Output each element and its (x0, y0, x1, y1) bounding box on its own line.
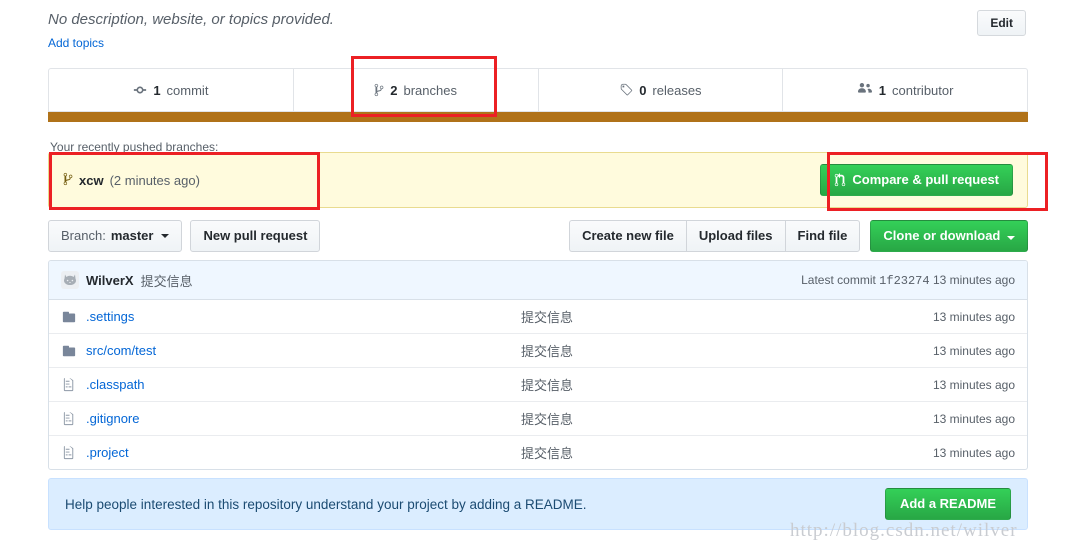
clone-or-download-label: Clone or download (883, 228, 1001, 243)
file-icon (61, 377, 77, 393)
stat-releases-count: 0 (639, 82, 647, 98)
file-commit-message[interactable]: 提交信息 (521, 341, 905, 360)
stat-commits-count: 1 (153, 82, 161, 98)
file-name: .gitignore (86, 411, 140, 426)
file-row: src/com/test 提交信息 13 minutes ago (49, 333, 1027, 367)
toolbar-left-group: Branch: master New pull request (48, 220, 321, 252)
file-row: .project 提交信息 13 minutes ago (49, 435, 1027, 469)
file-name: .classpath (86, 377, 145, 392)
stat-contributors-count: 1 (878, 82, 887, 98)
chevron-down-icon (1007, 236, 1015, 240)
file-row: .settings 提交信息 13 minutes ago (49, 300, 1027, 333)
toolbar-right-group: Create new file Upload files Find file C… (569, 220, 1028, 252)
branch-icon (374, 83, 384, 97)
file-commit-time: 13 minutes ago (932, 309, 1015, 324)
branch-selector-current: master (110, 228, 154, 243)
commit-time: 13 minutes ago (932, 272, 1015, 287)
avatar[interactable] (61, 271, 79, 289)
latest-commit-meta: Latest commit 1f23274 13 minutes ago (801, 273, 1015, 288)
branch-icon (63, 172, 73, 189)
tag-icon (619, 83, 633, 97)
directory-link[interactable]: src/com/test (61, 343, 521, 359)
file-link[interactable]: .project (61, 445, 521, 461)
file-row: .gitignore 提交信息 13 minutes ago (49, 401, 1027, 435)
pushed-branch-info[interactable]: xcw (2 minutes ago) (63, 172, 200, 189)
recently-pushed-banner: xcw (2 minutes ago) Compare & pull reque… (48, 152, 1028, 208)
folder-icon (61, 343, 77, 359)
pushed-branch-name: xcw (79, 172, 104, 188)
branch-selector-button[interactable]: Branch: master (48, 220, 183, 252)
commit-author-name[interactable]: WilverX (86, 273, 134, 288)
file-commit-message[interactable]: 提交信息 (521, 307, 905, 326)
edit-button[interactable]: Edit (977, 10, 1026, 36)
file-listing: WilverX 提交信息 Latest commit 1f23274 13 mi… (48, 260, 1028, 470)
language-bar (48, 112, 1028, 122)
commit-author-block: WilverX 提交信息 (61, 271, 193, 290)
readme-prompt-text: Help people interested in this repositor… (65, 496, 587, 512)
file-commit-time: 13 minutes ago (932, 411, 1015, 426)
file-icon (61, 411, 77, 427)
git-pull-request-icon (834, 173, 846, 187)
compare-pull-request-button[interactable]: Compare & pull request (820, 164, 1013, 196)
compare-pull-request-label: Compare & pull request (852, 172, 999, 187)
repository-description-row: No description, website, or topics provi… (48, 10, 1026, 36)
file-name: .settings (86, 309, 135, 324)
add-topics-link[interactable]: Add topics (48, 36, 104, 50)
commit-icon (133, 83, 147, 97)
find-file-button[interactable]: Find file (784, 220, 861, 252)
commit-sha[interactable]: 1f23274 (879, 274, 929, 288)
repository-stats-bar: 1 commit 2 branches 0 releases 1 contrib… (48, 68, 1028, 112)
stat-releases[interactable]: 0 releases (539, 69, 784, 111)
add-readme-button[interactable]: Add a README (884, 488, 1011, 520)
stat-branches[interactable]: 2 branches (294, 69, 539, 111)
create-new-file-button[interactable]: Create new file (569, 220, 686, 252)
file-commit-time: 13 minutes ago (932, 445, 1015, 460)
watermark: http://blog.csdn.net/wilver (790, 520, 1018, 541)
branch-selector-prefix: Branch: (61, 228, 106, 243)
people-icon (857, 83, 873, 97)
file-row: .classpath 提交信息 13 minutes ago (49, 367, 1027, 401)
file-name: .project (86, 445, 129, 460)
language-segment-java (48, 112, 1028, 122)
stat-contributors-label: contributor (892, 82, 954, 98)
file-link[interactable]: .gitignore (61, 411, 521, 427)
new-pull-request-button[interactable]: New pull request (190, 220, 321, 252)
file-rows: .settings 提交信息 13 minutes ago src/com/test 提… (49, 300, 1027, 469)
chevron-down-icon (161, 234, 170, 238)
file-commit-message[interactable]: 提交信息 (521, 443, 905, 462)
file-actions-group: Create new file Upload files Find file (569, 220, 861, 252)
repository-stats-wrap: 1 commit 2 branches 0 releases 1 contrib… (48, 68, 1028, 122)
file-icon (61, 445, 77, 461)
file-commit-time: 13 minutes ago (932, 343, 1015, 358)
stat-branches-count: 2 (390, 82, 398, 98)
upload-files-button[interactable]: Upload files (685, 220, 785, 252)
stat-contributors[interactable]: 1 contributor (783, 69, 1027, 111)
pushed-branch-time: (2 minutes ago) (109, 172, 200, 188)
folder-icon (61, 309, 77, 325)
stat-commits[interactable]: 1 commit (49, 69, 294, 111)
repository-toolbar: Branch: master New pull request Create n… (48, 220, 1028, 252)
repository-page: No description, website, or topics provi… (0, 0, 1074, 551)
stat-releases-label: releases (652, 82, 702, 98)
file-link[interactable]: .classpath (61, 377, 521, 393)
latest-commit-label: Latest commit (801, 272, 876, 287)
file-name: src/com/test (86, 343, 157, 358)
file-commit-message[interactable]: 提交信息 (521, 409, 905, 428)
stat-branches-label: branches (403, 82, 457, 98)
file-commit-message[interactable]: 提交信息 (521, 375, 905, 394)
commit-message[interactable]: 提交信息 (141, 271, 193, 290)
clone-or-download-button[interactable]: Clone or download (870, 220, 1028, 252)
latest-commit-header: WilverX 提交信息 Latest commit 1f23274 13 mi… (49, 261, 1027, 300)
file-commit-time: 13 minutes ago (932, 377, 1015, 392)
stat-commits-label: commit (166, 82, 209, 98)
directory-link[interactable]: .settings (61, 309, 521, 325)
repository-description: No description, website, or topics provi… (48, 11, 334, 28)
